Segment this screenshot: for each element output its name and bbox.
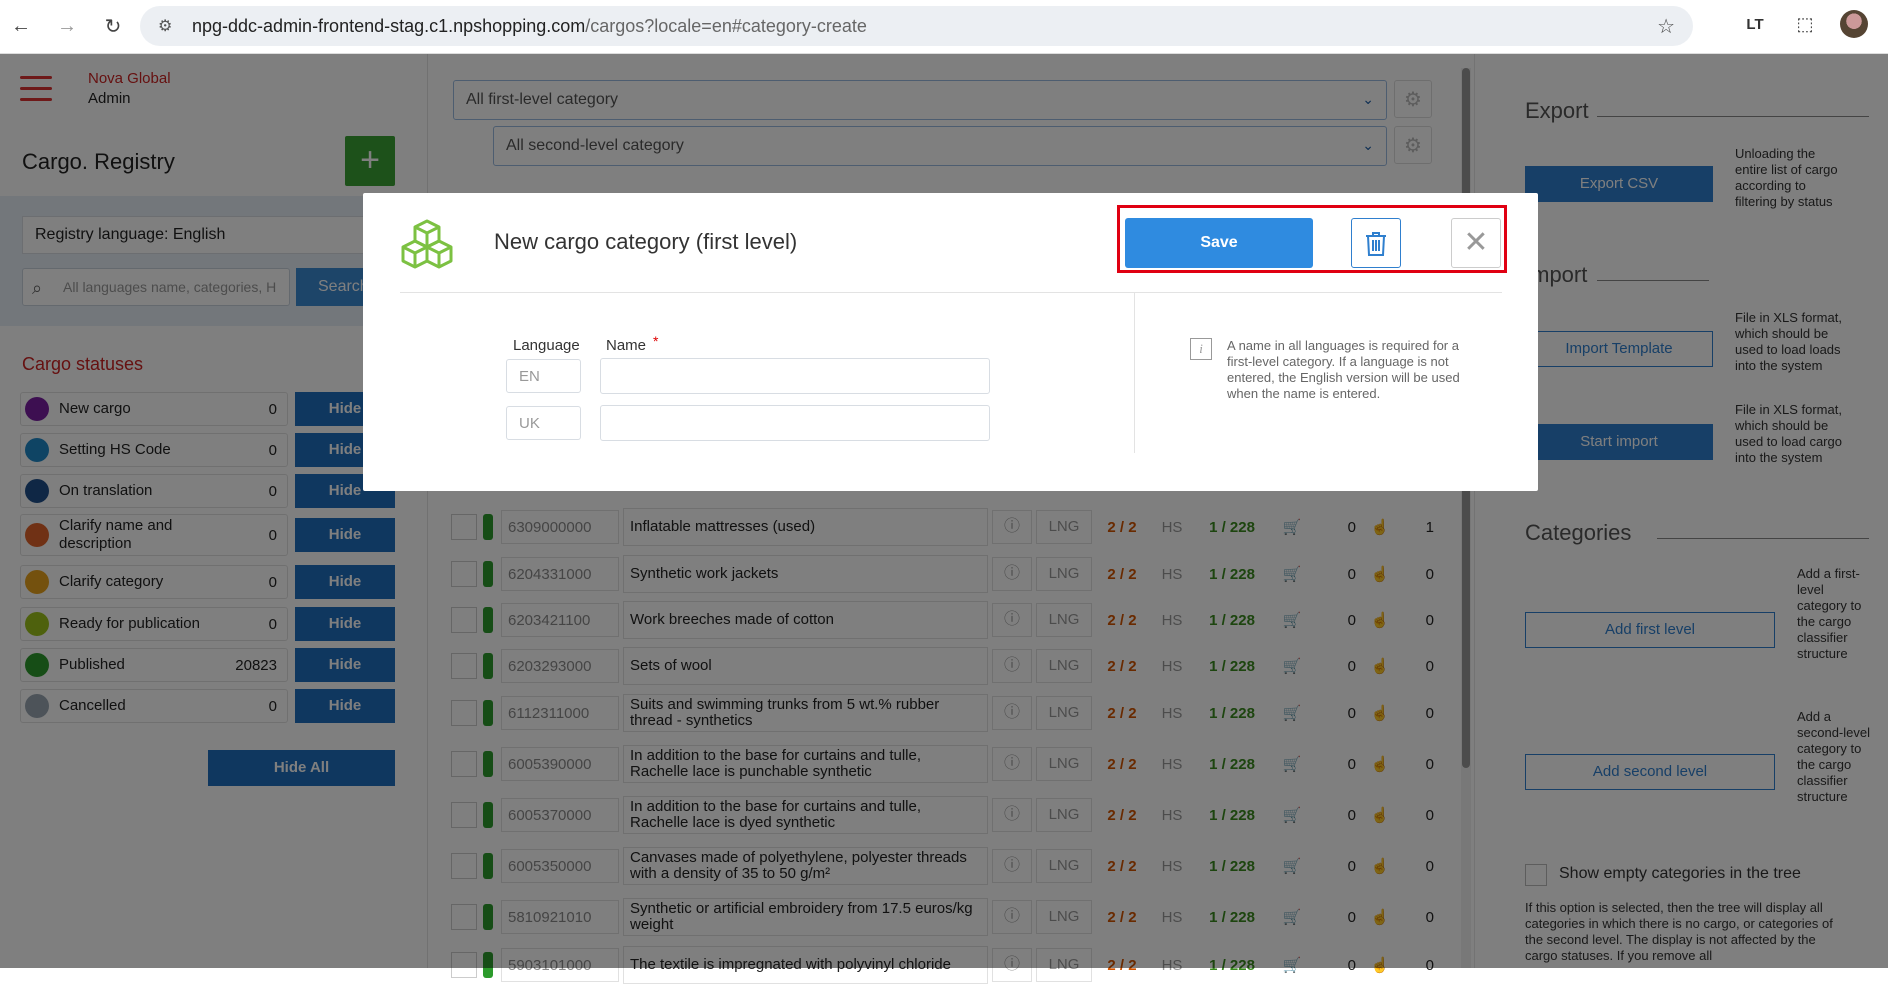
language-header: Language	[513, 337, 580, 354]
address-bar[interactable]: ⚙ npg-ddc-admin-frontend-stag.c1.npshopp…	[140, 6, 1693, 46]
site-info-icon[interactable]: ⚙	[158, 16, 184, 36]
extensions-icon[interactable]: ⬚	[1790, 14, 1820, 35]
modal-backdrop[interactable]	[0, 54, 1888, 968]
new-category-modal: New cargo category (first level) Save ✕ …	[363, 193, 1538, 491]
trash-icon[interactable]	[1351, 218, 1401, 268]
bookmark-star-icon[interactable]: ☆	[1657, 14, 1675, 39]
info-text: A name in all languages is required for …	[1227, 338, 1460, 401]
name-header: Name	[606, 337, 647, 354]
url-host: npg-ddc-admin-frontend-stag.c1.npshoppin…	[192, 15, 586, 36]
reload-icon[interactable]: ↻	[98, 12, 128, 42]
divider	[400, 292, 1502, 293]
divider	[1134, 293, 1135, 453]
info-icon: i	[1190, 338, 1212, 360]
url-path: /cargos?locale=en#category-create	[585, 15, 867, 36]
required-mark: *	[653, 333, 659, 349]
lt-extension-icon[interactable]: LT	[1740, 16, 1770, 33]
back-icon[interactable]: ←	[6, 12, 36, 42]
forward-icon[interactable]: →	[52, 12, 82, 42]
close-icon[interactable]: ✕	[1451, 218, 1501, 268]
profile-avatar[interactable]	[1840, 10, 1868, 38]
language-code: UK	[506, 406, 581, 440]
name-input-uk[interactable]	[600, 405, 990, 441]
name-input-en[interactable]	[600, 358, 990, 394]
cubes-icon	[401, 219, 453, 269]
browser-toolbar: ← → ↻ ⚙ npg-ddc-admin-frontend-stag.c1.n…	[0, 0, 1888, 54]
language-code: EN	[506, 359, 581, 393]
modal-title: New cargo category (first level)	[494, 229, 798, 254]
save-button[interactable]: Save	[1125, 218, 1313, 268]
